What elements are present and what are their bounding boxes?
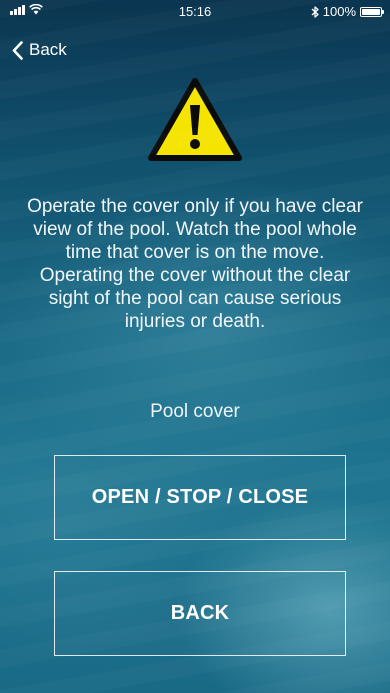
- battery-percent: 100%: [322, 4, 356, 19]
- status-bar: 15:16 100%: [0, 0, 390, 22]
- battery-icon: [360, 6, 384, 17]
- bluetooth-icon: [311, 5, 319, 18]
- back-link[interactable]: Back: [12, 40, 67, 60]
- warning-message: Operate the cover only if you have clear…: [27, 196, 363, 332]
- open-stop-close-button[interactable]: OPEN / STOP / CLOSE: [54, 455, 346, 540]
- warning-screen: 15:16 100% Back Operate the cover only i…: [0, 0, 390, 693]
- section-label: Pool cover: [150, 401, 240, 422]
- back-button[interactable]: BACK: [54, 571, 346, 656]
- battery-fill: [362, 8, 380, 15]
- chevron-left-icon: [12, 40, 23, 60]
- status-right: 100%: [311, 4, 384, 19]
- warning-triangle-icon: [148, 78, 242, 161]
- back-link-label: Back: [29, 40, 67, 59]
